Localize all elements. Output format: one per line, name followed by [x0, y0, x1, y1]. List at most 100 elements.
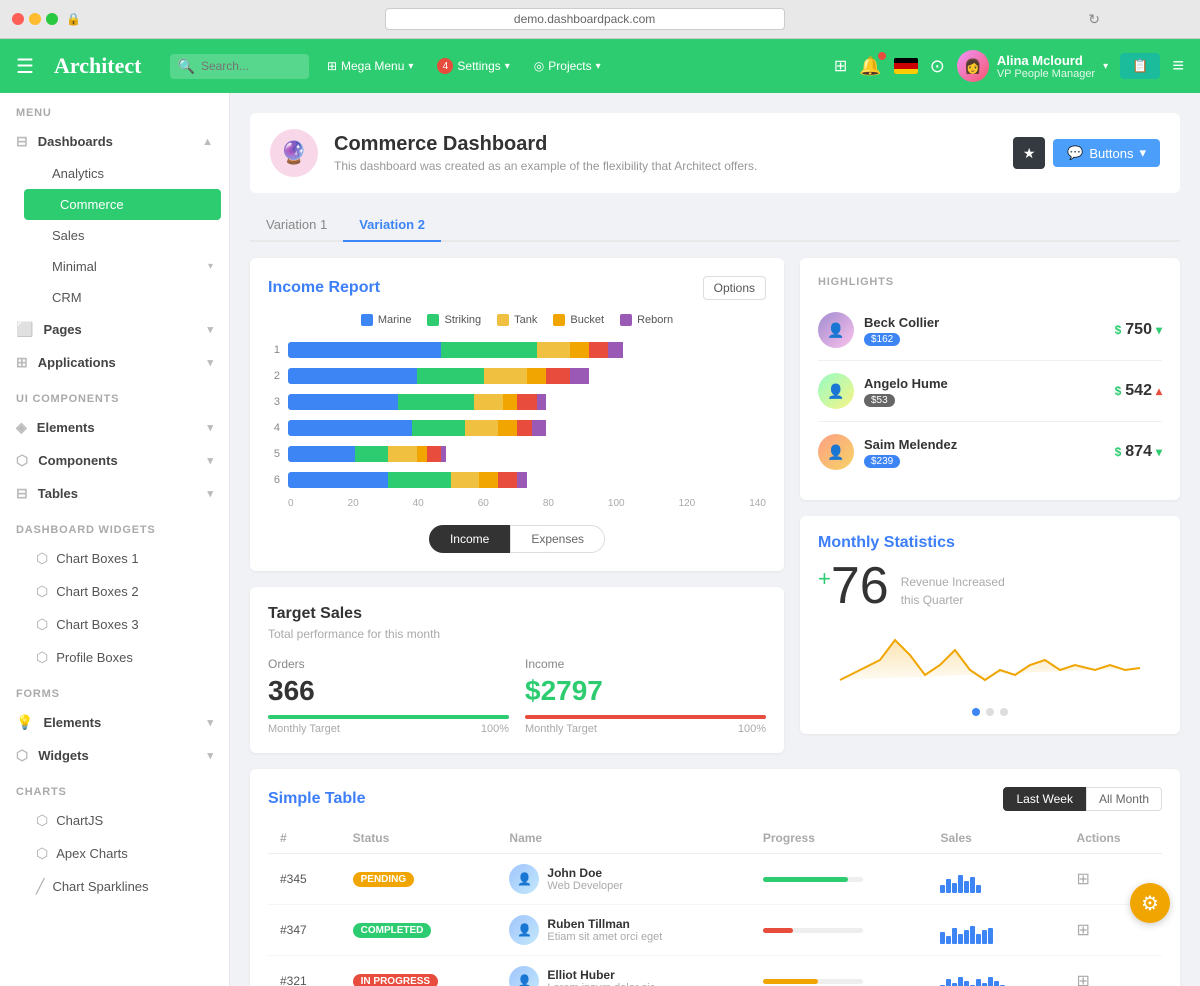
avatar-angelo: 👤	[818, 373, 854, 409]
form-widgets-chevron: ▾	[207, 749, 213, 762]
cell-name: 👤 John Doe Web Developer	[497, 854, 750, 905]
topbar-menu-icon[interactable]: ≡	[1172, 55, 1184, 78]
sidebar-chart-boxes-1[interactable]: ⬡ Chart Boxes 1	[0, 542, 229, 575]
col-sales: Sales	[928, 823, 1064, 854]
dashboard-icon: ⊟	[16, 133, 28, 150]
tab-variation2[interactable]: Variation 2	[343, 209, 441, 242]
settings-nav[interactable]: 4 Settings ▾	[427, 53, 519, 79]
sidebar-chart-boxes-3[interactable]: ⬡ Chart Boxes 3	[0, 608, 229, 641]
cell-progress	[751, 956, 929, 986]
avatar: 👩	[957, 50, 989, 82]
menu-section-title: MENU	[0, 93, 229, 125]
page-header: 🔮 Commerce Dashboard This dashboard was …	[250, 113, 1180, 193]
hamburger-icon[interactable]: ☰	[16, 54, 34, 79]
cell-sales	[928, 956, 1064, 986]
bar-chart: 1 2 3 4 5 6 020406080100120140	[268, 338, 766, 513]
pages-icon: ⬜	[16, 321, 33, 338]
sidebar-item-commerce[interactable]: Commerce	[24, 189, 221, 220]
form-widgets-icon: ⬡	[16, 747, 28, 764]
monthly-stats-title: Monthly Statistics	[818, 534, 1162, 552]
cell-sales	[928, 854, 1064, 905]
income-btn[interactable]: Income	[429, 525, 510, 553]
cell-name: 👤 Ruben Tillman Etiam sit amet orci eget	[497, 905, 750, 956]
monthly-subtitle: Revenue Increased this Quarter	[901, 573, 1011, 609]
highlight-item-1: 👤 Beck Collier $162 $ 750 ▾	[818, 300, 1162, 361]
bell-icon[interactable]: 🔔	[859, 56, 881, 77]
sidebar-item-minimal[interactable]: Minimal ▾	[16, 251, 229, 282]
sidebar-item-sales[interactable]: Sales	[16, 220, 229, 251]
cell-id: #347	[268, 905, 341, 956]
address-bar[interactable]: demo.dashboardpack.com	[385, 8, 785, 30]
avatar-saim: 👤	[818, 434, 854, 470]
person-avatar: 👤	[509, 915, 539, 945]
app-logo: Architect	[54, 53, 142, 79]
all-month-btn[interactable]: All Month	[1086, 787, 1162, 811]
mega-menu-nav[interactable]: ⊞ Mega Menu ▾	[317, 54, 423, 78]
sparklines-icon: ╱	[36, 878, 44, 895]
tab-variation1[interactable]: Variation 1	[250, 209, 343, 242]
cell-progress	[751, 905, 929, 956]
last-week-btn[interactable]: Last Week	[1003, 787, 1085, 811]
highlight-item-3: 👤 Saim Melendez $239 $ 874 ▾	[818, 422, 1162, 482]
sidebar-dashboards[interactable]: ⊟ Dashboards ▲	[0, 125, 229, 158]
action-icon[interactable]: ⊞	[1077, 973, 1090, 986]
page-subtitle: This dashboard was created as an example…	[334, 159, 757, 173]
highlight-item-2: 👤 Angelo Hume $53 $ 542 ▴	[818, 361, 1162, 422]
action-icon[interactable]: ⊞	[1077, 922, 1090, 939]
income-report-card: Income Report Options Marine Striking Ta…	[250, 258, 784, 571]
sidebar-apex-charts[interactable]: ⬡ Apex Charts	[0, 837, 229, 870]
expenses-btn[interactable]: Expenses	[510, 525, 605, 553]
star-button[interactable]: ★	[1013, 137, 1045, 169]
flag-icon[interactable]	[894, 58, 918, 74]
profile-icon: ⬡	[36, 649, 48, 666]
components-icon: ⬡	[16, 452, 28, 469]
sidebar-item-analytics[interactable]: Analytics	[16, 158, 229, 189]
circle-icon[interactable]: ⊙	[930, 56, 945, 77]
sidebar-chart-boxes-2[interactable]: ⬡ Chart Boxes 2	[0, 575, 229, 608]
sidebar-components[interactable]: ⬡ Components ▾	[0, 444, 229, 477]
floating-gear-button[interactable]: ⚙	[1130, 883, 1170, 923]
topbar-button[interactable]: 📋	[1120, 53, 1160, 79]
sidebar: MENU ⊟ Dashboards ▲ Analytics Commerce S…	[0, 93, 230, 986]
target-title: Target Sales	[268, 605, 766, 623]
page-icon: 🔮	[270, 129, 318, 177]
person-avatar: 👤	[509, 966, 539, 986]
sidebar-forms-widgets[interactable]: ⬡ Widgets ▾	[0, 739, 229, 772]
ui-section-title: UI COMPONENTS	[0, 379, 229, 411]
buttons-button[interactable]: 💬 Buttons ▾	[1053, 139, 1160, 167]
monthly-chart	[818, 620, 1162, 700]
sidebar-chartjs[interactable]: ⬡ ChartJS	[0, 804, 229, 837]
sidebar-profile-boxes[interactable]: ⬡ Profile Boxes	[0, 641, 229, 674]
dot-3[interactable]	[1000, 708, 1008, 716]
monthly-stats-card: Monthly Statistics + 76 Revenue Increase…	[800, 516, 1180, 734]
chartbox2-icon: ⬡	[36, 583, 48, 600]
income-metric: Income $2797 Monthly Target 100%	[525, 657, 766, 735]
apex-icon: ⬡	[36, 845, 48, 862]
sidebar-item-crm[interactable]: CRM	[16, 282, 229, 313]
highlights-title: HIGHLIGHTS	[818, 276, 1162, 288]
sidebar-sparklines[interactable]: ╱ Chart Sparklines	[0, 870, 229, 903]
sidebar-applications[interactable]: ⊞ Applications ▾	[0, 346, 229, 379]
elements-icon: ◈	[16, 419, 27, 436]
cell-status: PENDING	[341, 854, 498, 905]
options-button[interactable]: Options	[703, 276, 766, 300]
page-title: Commerce Dashboard	[334, 133, 757, 156]
sidebar-elements[interactable]: ◈ Elements ▾	[0, 411, 229, 444]
search-input[interactable]	[201, 59, 301, 73]
table-title: Simple Table	[268, 790, 366, 808]
projects-nav[interactable]: ◎ Projects ▾	[524, 54, 611, 78]
dot-1[interactable]	[972, 708, 980, 716]
cell-id: #321	[268, 956, 341, 986]
sidebar-forms-elements[interactable]: 💡 Elements ▾	[0, 706, 229, 739]
grid-icon[interactable]: ⊞	[834, 56, 847, 76]
plus-sign: +	[818, 566, 831, 592]
highlights-card: HIGHLIGHTS 👤 Beck Collier $162 $ 750 ▾	[800, 258, 1180, 500]
minimize-dot	[29, 13, 41, 25]
sidebar-tables[interactable]: ⊟ Tables ▾	[0, 477, 229, 510]
action-icon[interactable]: ⊞	[1077, 871, 1090, 888]
form-elements-chevron: ▾	[207, 716, 213, 729]
dot-2[interactable]	[986, 708, 994, 716]
user-profile[interactable]: 👩 Alina Mclourd VP People Manager ▾	[957, 50, 1108, 82]
col-id: #	[268, 823, 341, 854]
sidebar-pages[interactable]: ⬜ Pages ▾	[0, 313, 229, 346]
